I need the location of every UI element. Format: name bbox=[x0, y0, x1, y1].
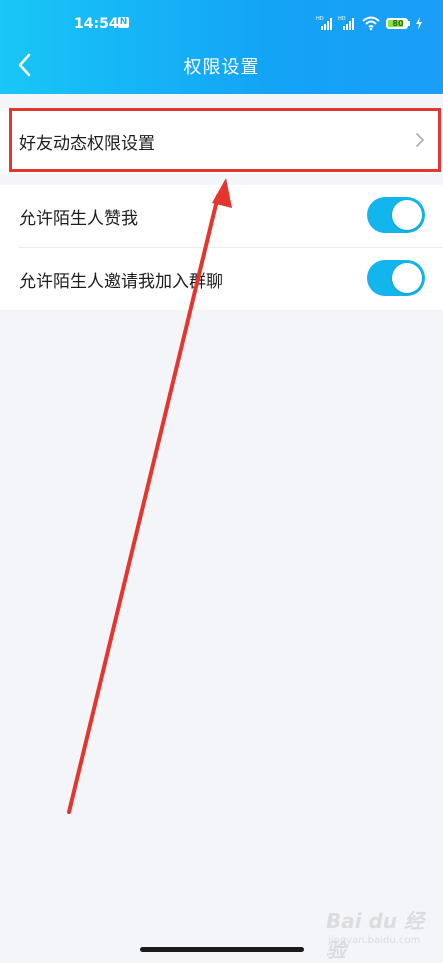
battery-icon: 80 bbox=[386, 18, 408, 29]
toggle-allow-stranger-group-invite[interactable] bbox=[367, 260, 425, 296]
row-label: 允许陌生人邀请我加入群聊 bbox=[19, 272, 223, 292]
page-title: 权限设置 bbox=[183, 57, 260, 78]
notification-icon: N bbox=[118, 17, 129, 28]
settings-group-strangers: 允许陌生人赞我 允许陌生人邀请我加入群聊 bbox=[0, 185, 443, 310]
charging-bolt-icon bbox=[416, 17, 422, 30]
signal-icon: HD bbox=[316, 16, 332, 30]
status-bar: 14:54 N HD HD 80 bbox=[0, 0, 443, 40]
top-header: 14:54 N HD HD 80 权限设置 bbox=[0, 0, 443, 94]
battery-percent: 80 bbox=[392, 19, 404, 28]
row-label: 好友动态权限设置 bbox=[19, 134, 155, 154]
signal-icon-2: HD bbox=[338, 16, 354, 30]
home-indicator[interactable] bbox=[140, 947, 304, 952]
svg-text:HD: HD bbox=[316, 16, 324, 22]
row-friend-feed-permissions[interactable]: 好友动态权限设置 bbox=[0, 108, 443, 174]
status-time: 14:54 bbox=[74, 16, 119, 32]
baidu-watermark: Bai du 经验 jingyan.baidu.com bbox=[326, 905, 436, 962]
battery-tip bbox=[408, 21, 410, 26]
row-allow-stranger-likes: 允许陌生人赞我 bbox=[0, 185, 443, 247]
settings-group-friends: 好友动态权限设置 bbox=[0, 108, 443, 174]
wifi-icon bbox=[362, 16, 380, 31]
toggle-allow-stranger-likes[interactable] bbox=[367, 197, 425, 233]
toggle-knob bbox=[392, 200, 422, 230]
row-allow-stranger-group-invite: 允许陌生人邀请我加入群聊 bbox=[0, 248, 443, 310]
watermark-brand: Bai du 经验 bbox=[326, 909, 425, 962]
row-label: 允许陌生人赞我 bbox=[19, 209, 138, 229]
watermark-url: jingyan.baidu.com bbox=[328, 935, 421, 946]
svg-text:HD: HD bbox=[338, 16, 346, 22]
toggle-knob bbox=[392, 263, 422, 293]
chevron-right-icon bbox=[416, 133, 424, 147]
